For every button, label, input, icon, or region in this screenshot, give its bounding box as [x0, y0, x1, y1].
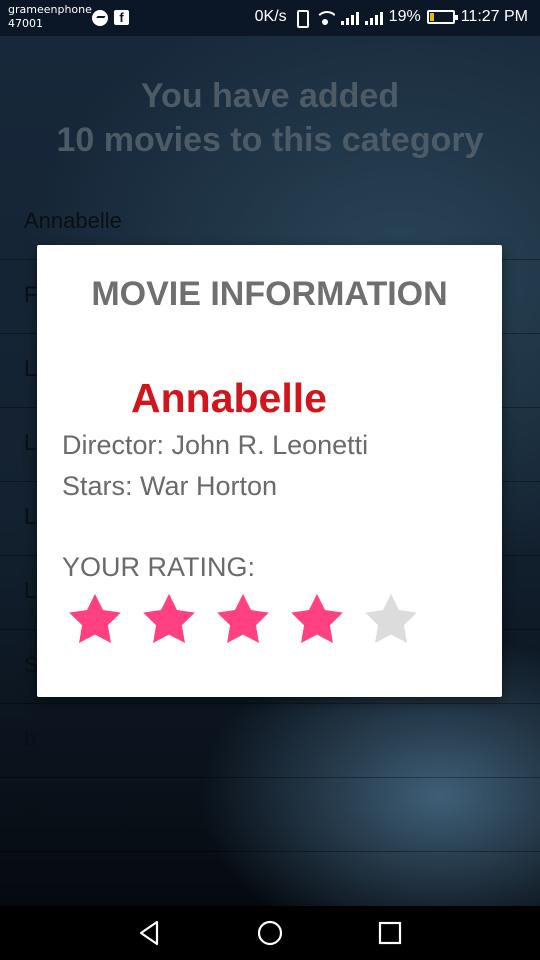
category-heading: You have added 10 movies to this categor… — [0, 74, 540, 162]
star-icon[interactable] — [64, 590, 126, 652]
star-icon[interactable] — [360, 590, 422, 652]
home-icon[interactable] — [255, 918, 285, 948]
carrier-info: grameenphone 47001 — [8, 3, 92, 31]
status-bar: grameenphone 47001 f 0K/s 19% 11:27 PM — [0, 0, 540, 36]
vibrate-icon — [293, 9, 309, 28]
carrier-code: 47001 — [8, 17, 43, 30]
star-icon[interactable] — [286, 590, 348, 652]
rating-label: YOUR RATING: — [62, 552, 256, 582]
movie-info-dialog: MOVIE INFORMATION Annabelle Director: Jo… — [37, 245, 502, 697]
notification-icons: f — [92, 10, 129, 26]
battery-icon — [426, 10, 458, 24]
dialog-title: MOVIE INFORMATION — [91, 275, 448, 313]
recents-icon[interactable] — [375, 918, 405, 948]
stars-text: Stars: War Horton — [62, 471, 278, 501]
star-icon[interactable] — [212, 590, 274, 652]
heading-line-2: 10 movies to this category — [56, 121, 484, 159]
carrier-name: grameenphone — [8, 3, 92, 16]
messenger-icon — [92, 10, 108, 26]
battery-percent: 19% — [388, 8, 421, 25]
movie-title: Annabelle — [131, 375, 327, 421]
back-icon[interactable] — [135, 918, 165, 948]
signal-icon — [364, 9, 383, 25]
facebook-icon: f — [114, 10, 129, 25]
director-text: Director: John R. Leonetti — [62, 430, 369, 460]
movie-list-item[interactable]: b — [0, 704, 540, 778]
status-icons: 0K/s 19% 11:27 PM — [254, 8, 528, 28]
navigation-bar — [0, 906, 540, 960]
movie-list-item[interactable]: d — [0, 778, 540, 852]
clock: 11:27 PM — [460, 8, 528, 25]
wifi-icon — [314, 9, 335, 25]
signal-icon — [340, 9, 359, 25]
star-icon[interactable] — [138, 590, 200, 652]
battery-fill — [429, 13, 434, 21]
heading-line-1: You have added — [140, 77, 400, 115]
net-speed: 0K/s — [254, 8, 287, 25]
rating-bar[interactable] — [64, 590, 422, 652]
